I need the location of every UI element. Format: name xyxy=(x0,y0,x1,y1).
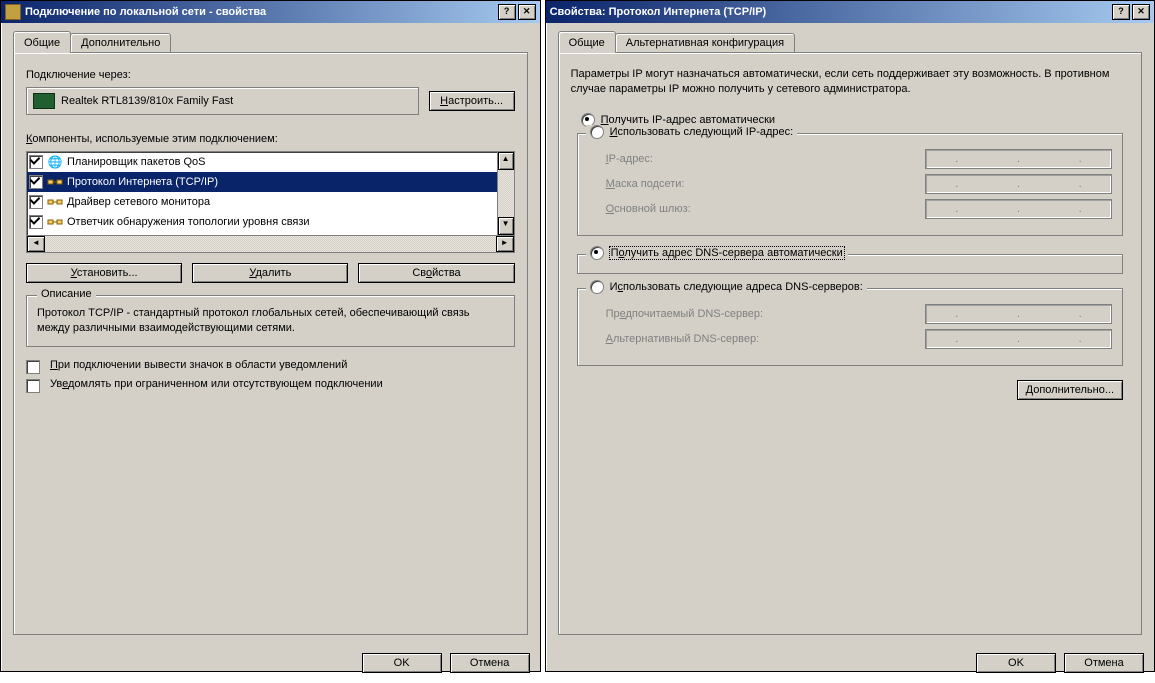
radio[interactable] xyxy=(590,125,604,139)
cancel-button[interactable]: Отмена xyxy=(1064,653,1144,673)
tab-body: Подключение через: Realtek RTL8139/810x … xyxy=(13,52,528,635)
radio-dns-manual[interactable]: Использовать следующие адреса DNS-сервер… xyxy=(586,280,867,294)
checkbox[interactable] xyxy=(29,215,43,229)
notify-limited-check[interactable]: Уведомлять при ограниченном или отсутств… xyxy=(26,378,515,393)
adapter-field: Realtek RTL8139/810x Family Fast xyxy=(26,87,419,115)
radio[interactable] xyxy=(590,280,604,294)
connect-via-label: Подключение через: xyxy=(26,69,515,81)
scroll-right-icon[interactable]: ► xyxy=(496,236,514,252)
dns-auto-group: Получить адрес DNS-сервера автоматически… xyxy=(577,254,1123,274)
window-icon xyxy=(5,4,21,20)
checkbox[interactable] xyxy=(29,175,43,189)
network-icon xyxy=(47,194,63,210)
nic-icon xyxy=(33,93,55,109)
help-button[interactable]: ? xyxy=(498,4,516,20)
dialog-footer: OK Отмена xyxy=(1,645,540,683)
checkbox[interactable] xyxy=(26,379,40,393)
uninstall-button[interactable]: УдалитьУдалить xyxy=(192,263,348,283)
client-area: Общие Альтернативная конфигурация Параме… xyxy=(546,23,1154,645)
properties-button[interactable]: СвойстваСвойства xyxy=(358,263,514,283)
scroll-left-icon[interactable]: ◄ xyxy=(27,236,45,252)
dns-alt-input[interactable]: ... xyxy=(925,329,1112,349)
adapter-area: Realtek RTL8139/810x Family Fast ННастро… xyxy=(26,87,515,115)
tab-body: Параметры IP могут назначаться автоматич… xyxy=(558,52,1142,635)
scroll-down-icon[interactable]: ▼ xyxy=(498,217,514,235)
components-list[interactable]: 🌐 Планировщик пакетов QoS Протокол Интер… xyxy=(26,151,515,253)
configure-button[interactable]: ННастроить...астроить... xyxy=(429,91,515,111)
network-icon xyxy=(47,174,63,190)
tab-advanced[interactable]: Дополнительно xyxy=(70,33,171,53)
subnet-mask-input[interactable]: ... xyxy=(925,174,1112,194)
list-item-label: Драйвер сетевого монитора xyxy=(67,196,210,208)
tab-alt-config[interactable]: Альтернативная конфигурация xyxy=(615,33,795,53)
list-item[interactable]: Протокол Интернета (TCP/IP) xyxy=(27,172,497,192)
window-title: Подключение по локальной сети - свойства xyxy=(25,6,496,18)
tcpip-properties-window: Свойства: Протокол Интернета (TCP/IP) ? … xyxy=(545,0,1155,672)
dialog-footer: OK Отмена xyxy=(546,645,1154,683)
list-item-label: Планировщик пакетов QoS xyxy=(67,156,206,168)
subnet-mask-label: Маска подсети:Маска подсети: xyxy=(606,178,925,190)
scroll-up-icon[interactable]: ▲ xyxy=(498,152,514,170)
dns-pref-input[interactable]: ... xyxy=(925,304,1112,324)
adapter-name: Realtek RTL8139/810x Family Fast xyxy=(61,95,233,107)
dns-pref-label: Предпочитаемый DNS-сервер:Предпочитаемый… xyxy=(606,308,925,320)
checkbox[interactable] xyxy=(26,360,40,374)
v-scrollbar[interactable]: ▲ ▼ xyxy=(497,152,514,235)
ok-button[interactable]: OK xyxy=(976,653,1056,673)
dns-alt-label: Альтернативный DNS-сервер:Альтернативный… xyxy=(606,333,925,345)
titlebar[interactable]: Подключение по локальной сети - свойства… xyxy=(1,1,540,23)
network-icon xyxy=(47,214,63,230)
gateway-input[interactable]: ... xyxy=(925,199,1112,219)
description-legend: Описание xyxy=(37,288,96,300)
radio[interactable] xyxy=(590,246,604,260)
tab-strip: Общие Альтернативная конфигурация xyxy=(558,33,1142,53)
ok-button[interactable]: OK xyxy=(362,653,442,673)
description-group: Описание Протокол TCP/IP - стандартный п… xyxy=(26,295,515,347)
install-button[interactable]: Установить...Установить... xyxy=(26,263,182,283)
help-button[interactable]: ? xyxy=(1112,4,1130,20)
checkbox[interactable] xyxy=(29,195,43,209)
gateway-label: Основной шлюз:Основной шлюз: xyxy=(606,203,925,215)
service-icon: 🌐 xyxy=(47,154,63,170)
radio-ip-manual[interactable]: Использовать следующий IP-адрес:Использо… xyxy=(586,125,798,139)
info-text: Параметры IP могут назначаться автоматич… xyxy=(571,67,1129,97)
window-title: Свойства: Протокол Интернета (TCP/IP) xyxy=(550,6,1110,18)
titlebar[interactable]: Свойства: Протокол Интернета (TCP/IP) ? … xyxy=(546,1,1154,23)
ip-manual-group: Использовать следующий IP-адрес:Использо… xyxy=(577,133,1123,236)
h-scrollbar[interactable]: ◄ ► xyxy=(27,235,514,252)
list-item[interactable]: 🌐 Планировщик пакетов QoS xyxy=(27,152,497,172)
dns-manual-group: Использовать следующие адреса DNS-сервер… xyxy=(577,288,1123,366)
client-area: Общие Дополнительно Подключение через: R… xyxy=(1,23,540,645)
close-button[interactable]: ✕ xyxy=(1132,4,1150,20)
tab-strip: Общие Дополнительно xyxy=(13,33,528,53)
components-label: Компоненты, используемые этим подключени… xyxy=(26,133,515,145)
ip-address-input[interactable]: ... xyxy=(925,149,1112,169)
ip-address-label: IP-адрес:IP-адрес: xyxy=(606,153,925,165)
list-item-label: Протокол Интернета (TCP/IP) xyxy=(67,176,218,188)
list-item-label: Ответчик обнаружения топологии уровня св… xyxy=(67,216,310,228)
tab-general[interactable]: Общие xyxy=(558,31,616,53)
cancel-button[interactable]: Отмена xyxy=(450,653,530,673)
close-button[interactable]: ✕ xyxy=(518,4,536,20)
list-item[interactable]: Драйвер сетевого монитора xyxy=(27,192,497,212)
show-icon-check[interactable]: При подключении вывести значок в области… xyxy=(26,359,515,374)
lan-properties-window: Подключение по локальной сети - свойства… xyxy=(0,0,541,672)
advanced-button[interactable]: Дополнительно...Дополнительно... xyxy=(1017,380,1123,400)
tab-general[interactable]: Общие xyxy=(13,31,71,53)
checkbox[interactable] xyxy=(29,155,43,169)
radio-dns-auto[interactable]: Получить адрес DNS-сервера автоматически… xyxy=(586,246,848,260)
description-text: Протокол TCP/IP - стандартный протокол г… xyxy=(37,306,504,336)
list-item[interactable]: Ответчик обнаружения топологии уровня св… xyxy=(27,212,497,232)
